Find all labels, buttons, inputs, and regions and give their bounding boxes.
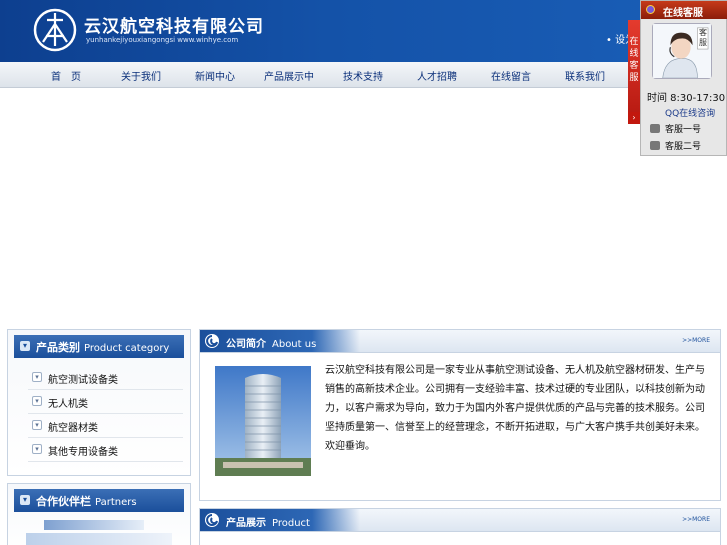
service-contact-label: 客服二号: [665, 142, 702, 152]
partners-title: 合作伙伴栏 Partners: [36, 495, 137, 508]
about-section-tab: 公司简介 About us: [200, 330, 360, 352]
product-section-body: [199, 532, 721, 545]
nav-item-home[interactable]: 首 页: [36, 68, 96, 83]
about-more-link[interactable]: >>MORE: [682, 337, 710, 344]
swirl-icon: [205, 513, 219, 527]
page: 云汉航空科技有限公司 yunhankejiyouxiangongsi www.w…: [0, 0, 727, 545]
partner-banner-strip: [44, 520, 144, 530]
site-header: 云汉航空科技有限公司 yunhankejiyouxiangongsi www.w…: [0, 0, 727, 62]
chevron-down-icon: ▾: [32, 372, 42, 382]
company-building-image: [215, 366, 311, 476]
category-item-label: 无人机类: [48, 399, 88, 410]
about-section-body: 云汉航空科技有限公司是一家专业从事航空测试设备、无人机及航空器材研发、生产与销售…: [199, 353, 721, 501]
product-category-header: ▾ 产品类别 Product category: [14, 335, 184, 358]
chevron-down-icon: ▾: [20, 495, 30, 505]
collapse-arrow-icon[interactable]: ›: [628, 112, 640, 124]
service-contact-label: 客服一号: [665, 125, 702, 135]
online-service-box: 在线客服 客服 时间 8:30-17:30 QQ在线咨询 客服一号 客服二号: [640, 0, 727, 156]
online-service-tab-label: 在线客服: [629, 37, 639, 83]
swirl-icon: [205, 334, 219, 348]
service-contact-1[interactable]: 客服一号: [650, 122, 701, 135]
chevron-down-icon: ▾: [32, 396, 42, 406]
category-item-other-equipment[interactable]: ▾ 其他专用设备类: [28, 438, 183, 462]
online-service-widget: 在线客服 › 在线客服 客服 时间 8:30-17:30 QQ在线咨询 客服一号…: [628, 0, 727, 156]
product-more-link[interactable]: >>MORE: [682, 516, 710, 523]
nav-item-jobs[interactable]: 人才招聘: [407, 68, 467, 83]
online-service-header: 在线客服: [641, 1, 727, 19]
category-item-label: 航空测试设备类: [48, 375, 118, 386]
qq-icon: [650, 124, 660, 133]
nav-item-about[interactable]: 关于我们: [111, 68, 171, 83]
partner-logo[interactable]: [26, 533, 172, 545]
product-category-title: 产品类别 Product category: [36, 341, 170, 354]
online-service-tab[interactable]: 在线客服 ›: [628, 20, 640, 124]
product-section-header: 产品展示 Product >>MORE: [199, 508, 721, 532]
category-item-label: 其他专用设备类: [48, 447, 118, 458]
avatar-badge: 客服: [699, 28, 707, 47]
category-item-test-equipment[interactable]: ▾ 航空测试设备类: [28, 366, 183, 390]
main-nav: 首 页 关于我们 新闻中心 产品展示中 技术支持 人才招聘 在线留言 联系我们: [0, 62, 727, 88]
avatar: 客服: [652, 23, 712, 79]
qq-icon: [650, 141, 660, 150]
nav-item-contact[interactable]: 联系我们: [555, 68, 615, 83]
company-pinyin: yunhankejiyouxiangongsi www.winhye.com: [86, 36, 239, 44]
nav-item-message[interactable]: 在线留言: [481, 68, 541, 83]
category-item-aviation-parts[interactable]: ▾ 航空器材类: [28, 414, 183, 438]
online-service-title: 在线客服: [663, 8, 703, 19]
category-item-uav[interactable]: ▾ 无人机类: [28, 390, 183, 414]
qq-consult-link[interactable]: QQ在线咨询: [665, 106, 715, 119]
chevron-down-icon: ▾: [32, 444, 42, 454]
about-section-title: 公司简介 About us: [226, 339, 317, 350]
product-section-title: 产品展示 Product: [226, 518, 310, 529]
about-section-header: 公司简介 About us >>MORE: [199, 329, 721, 353]
company-name: 云汉航空科技有限公司: [84, 17, 264, 37]
partners-panel: ▾ 合作伙伴栏 Partners: [7, 483, 191, 545]
nav-item-products[interactable]: 产品展示中: [259, 68, 319, 83]
company-logo[interactable]: [33, 8, 77, 52]
service-contact-2[interactable]: 客服二号: [650, 139, 701, 152]
chevron-down-icon: ▾: [20, 341, 30, 351]
category-item-label: 航空器材类: [48, 423, 98, 434]
partners-header: ▾ 合作伙伴栏 Partners: [14, 489, 184, 512]
product-section-tab: 产品展示 Product: [200, 509, 360, 531]
service-hours: 时间 8:30-17:30: [647, 93, 726, 104]
status-dot-icon: [646, 5, 655, 14]
nav-item-news[interactable]: 新闻中心: [185, 68, 245, 83]
nav-item-support[interactable]: 技术支持: [333, 68, 393, 83]
about-description: 云汉航空科技有限公司是一家专业从事航空测试设备、无人机及航空器材研发、生产与销售…: [325, 365, 705, 452]
product-category-panel: ▾ 产品类别 Product category ▾ 航空测试设备类 ▾ 无人机类 …: [7, 329, 191, 476]
chevron-down-icon: ▾: [32, 420, 42, 430]
